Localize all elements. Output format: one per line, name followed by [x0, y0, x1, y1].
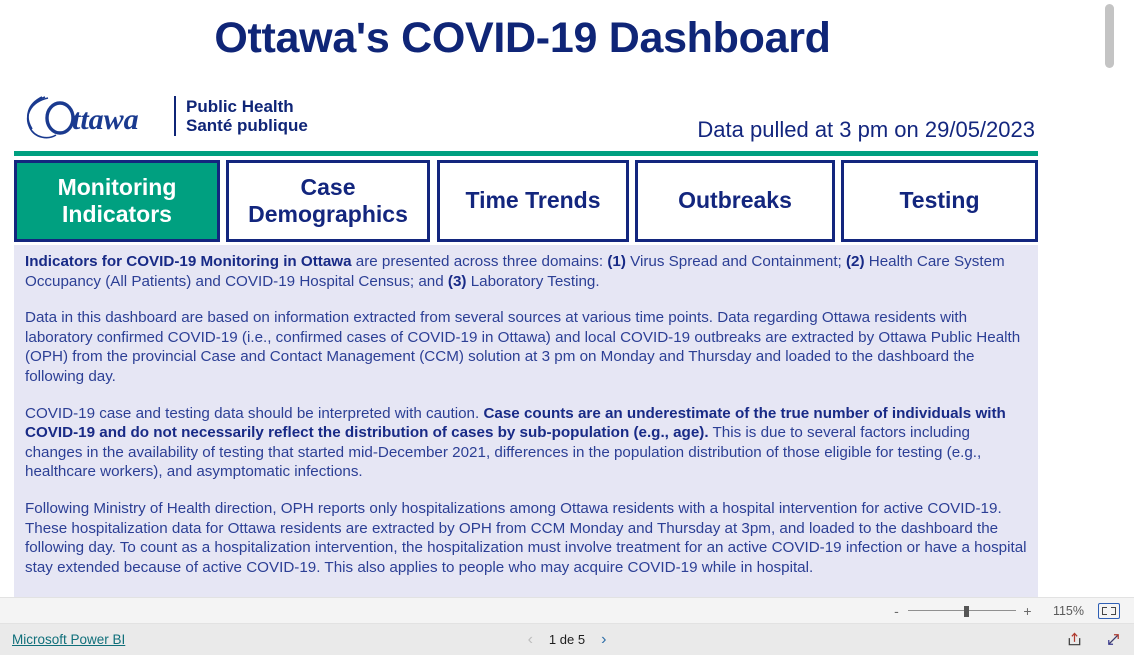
ottawa-public-health-logo: ttawa Public Health Santé publique [18, 88, 308, 144]
fit-to-page-icon[interactable] [1098, 602, 1120, 619]
page-title: Ottawa's COVID-19 Dashboard [214, 14, 831, 62]
paragraph-2: Data in this dashboard are based on info… [25, 308, 1028, 386]
body-text: COVID-19 case and testing data should be… [25, 404, 484, 422]
zoom-level-label: 115% [1052, 603, 1084, 618]
corner-mark [1102, 609, 1107, 615]
report-canvas: Ottawa's COVID-19 Dashboard ttawa Public… [0, 0, 1118, 597]
paragraph-1: Indicators for COVID-19 Monitoring in Ot… [25, 252, 1028, 291]
body-text: Virus Spread and Containment; [625, 253, 846, 270]
tab-monitoring-indicators[interactable]: Monitoring Indicators [14, 160, 220, 242]
status-bar-actions [1066, 631, 1122, 648]
data-pull-timestamp: Data pulled at 3 pm on 29/05/2023 [697, 117, 1035, 142]
header-divider-rule [14, 151, 1038, 156]
status-bar: Microsoft Power BI ‹ 1 de 5 › [0, 624, 1134, 655]
body-text: Following Ministry of Health direction, … [25, 499, 1027, 576]
fullscreen-icon[interactable] [1105, 631, 1122, 648]
tab-testing[interactable]: Testing [841, 160, 1038, 242]
logo-line-english: Public Health [186, 96, 294, 116]
share-icon[interactable] [1066, 631, 1083, 648]
emphasis-text: (3) [447, 272, 467, 290]
scrollbar-thumb[interactable] [1105, 4, 1114, 68]
zoom-in-button[interactable]: + [1021, 603, 1034, 619]
emphasis-text: Indicators for COVID-19 Monitoring in Ot… [25, 253, 352, 270]
tab-label: Monitoring Indicators [57, 173, 177, 227]
paragraph-4: Following Ministry of Health direction, … [25, 499, 1028, 577]
power-bi-report-viewer: Ottawa's COVID-19 Dashboard ttawa Public… [0, 0, 1134, 655]
zoom-slider-thumb[interactable] [964, 605, 969, 617]
tab-label: Outbreaks [678, 187, 792, 214]
zoom-out-button[interactable]: - [890, 603, 903, 619]
emphasis-text: (1) [607, 253, 626, 270]
tab-outbreaks[interactable]: Outbreaks [635, 160, 835, 242]
tab-label: Testing [899, 187, 980, 214]
page-navigator: ‹ 1 de 5 › [0, 631, 1134, 649]
emphasis-text: (2) [845, 253, 865, 270]
body-text: Data in this dashboard are based on info… [25, 309, 1021, 385]
zoom-toolbar: - + 115% [0, 597, 1134, 624]
body-text: are presented across three domains: [351, 253, 608, 270]
logo-text: Public Health Santé publique [186, 97, 308, 135]
corner-mark [1111, 609, 1116, 615]
body-text: Laboratory Testing. [466, 272, 600, 290]
ottawa-wordmark-icon: ttawa [26, 96, 139, 139]
svg-text:ttawa: ttawa [72, 103, 139, 136]
tab-label: Case Demographics [248, 173, 408, 227]
zoom-slider[interactable] [908, 605, 1016, 617]
tab-time-trends[interactable]: Time Trends [437, 160, 629, 242]
chevron-right-icon[interactable]: › [601, 631, 606, 649]
paragraph-3: COVID-19 case and testing data should be… [25, 404, 1028, 482]
report-vertical-scrollbar[interactable] [1105, 2, 1114, 597]
tab-bar: Monitoring Indicators Case Demographics Time… [14, 160, 1038, 242]
chevron-left-icon[interactable]: ‹ [528, 631, 533, 649]
tab-case-demographics[interactable]: Case Demographics [226, 160, 430, 242]
monitoring-indicators-text-panel: Indicators for COVID-19 Monitoring in Ot… [14, 245, 1038, 597]
logo-line-french: Santé publique [186, 116, 308, 135]
tab-label: Time Trends [465, 187, 601, 214]
page-indicator: 1 de 5 [548, 632, 586, 647]
logo-divider [174, 96, 176, 136]
